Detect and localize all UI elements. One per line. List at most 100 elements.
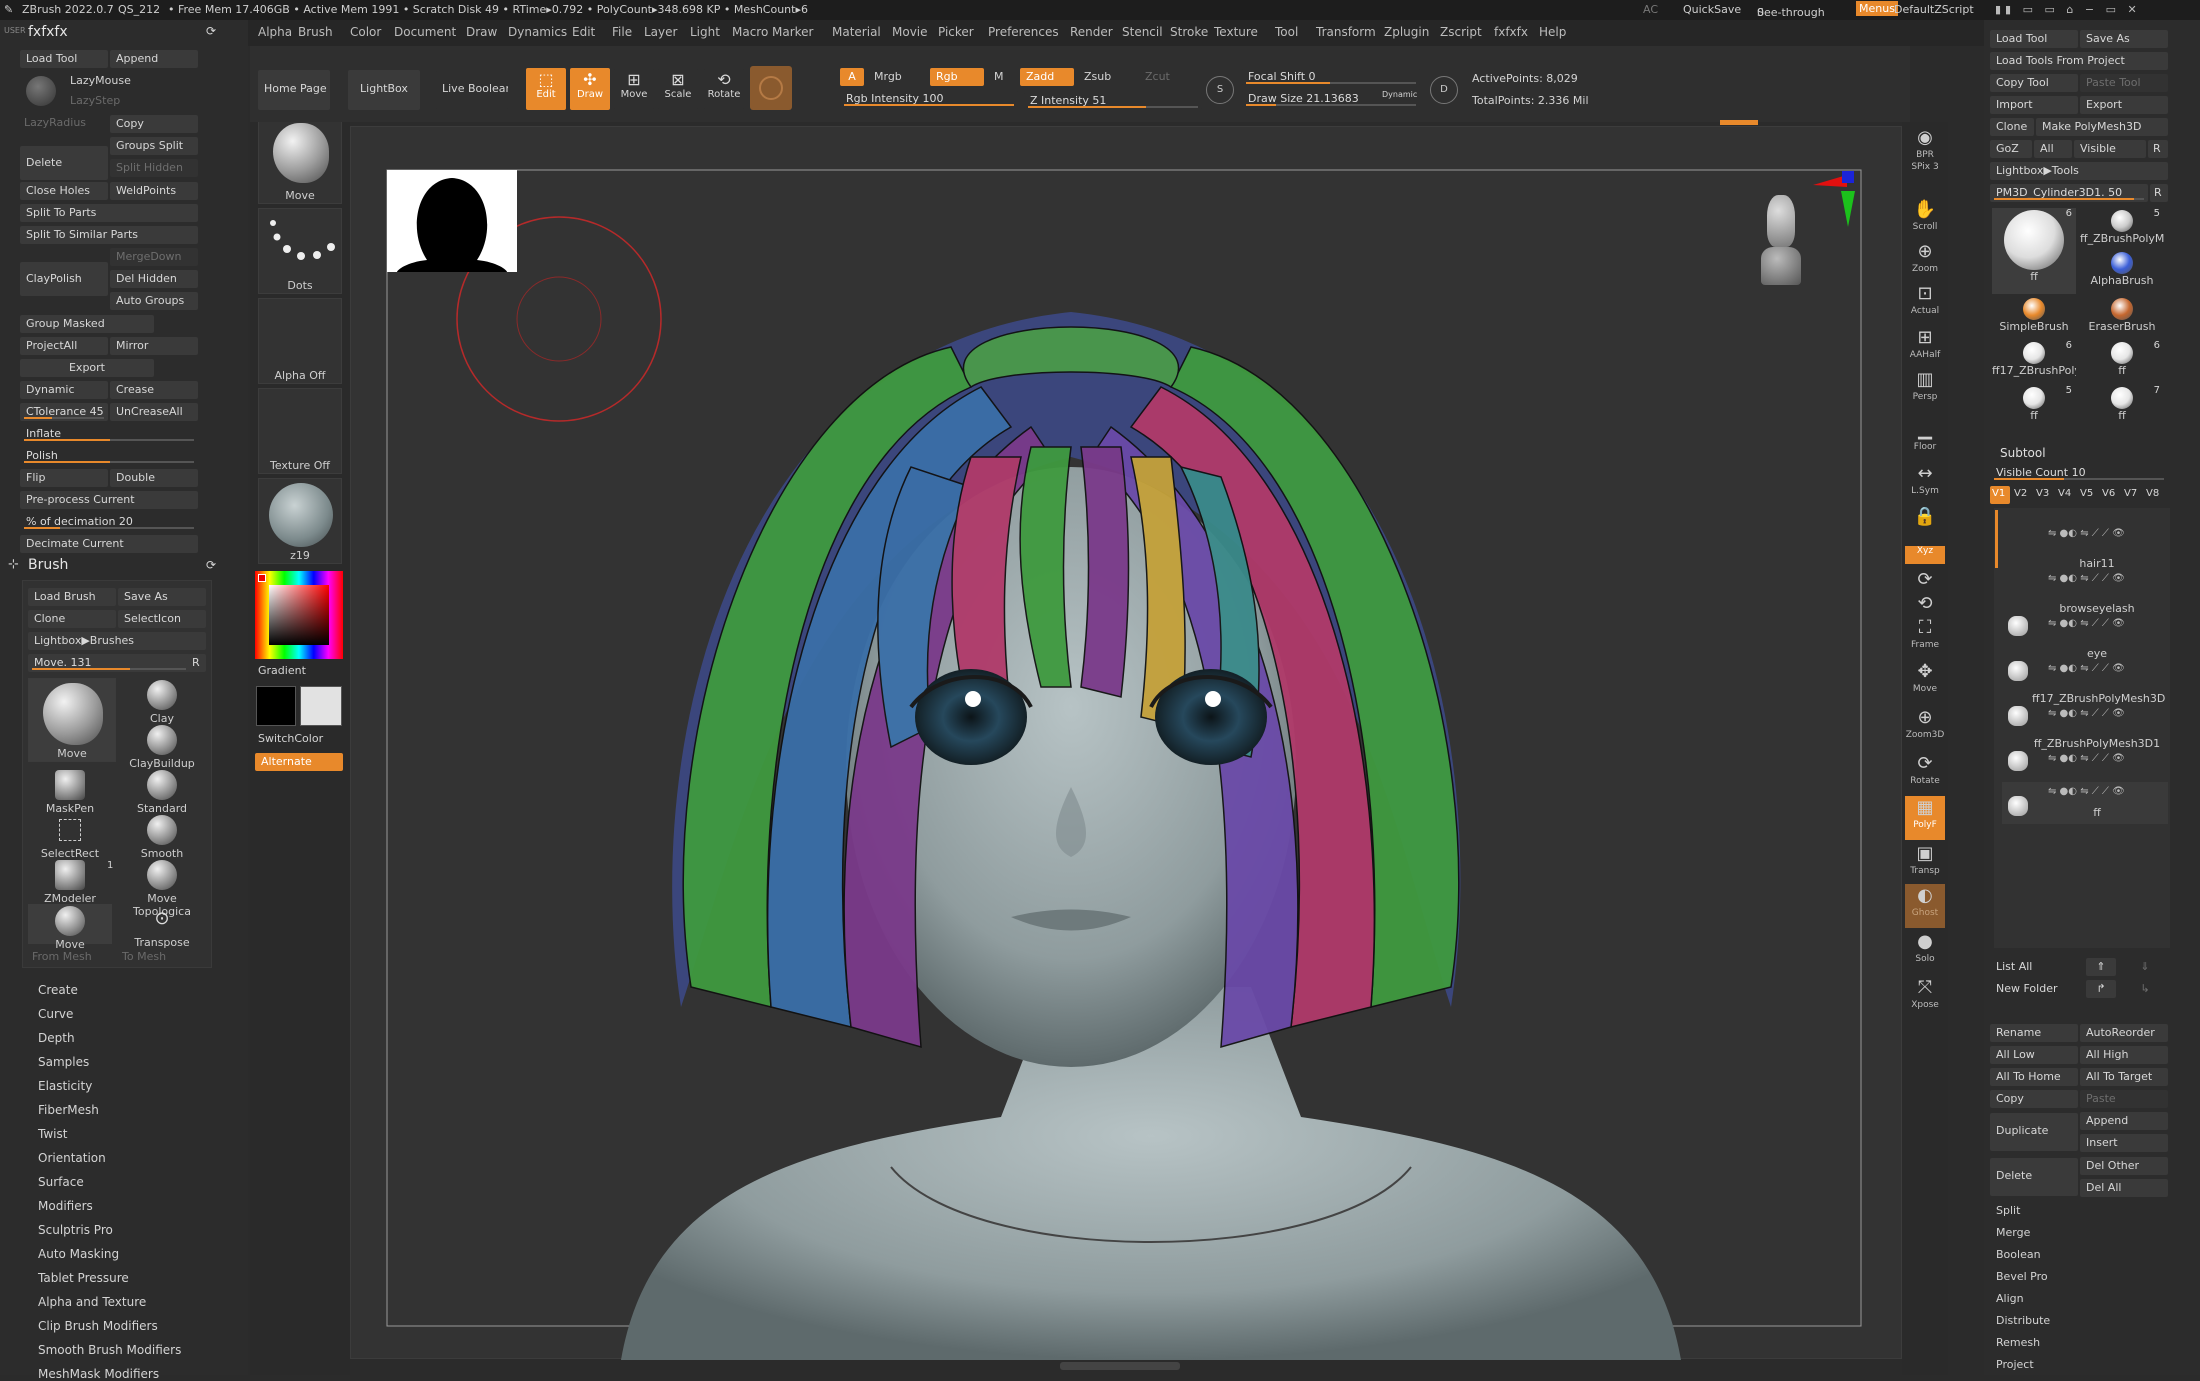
version-v6-button[interactable]: V6 bbox=[2100, 486, 2120, 504]
subtool-delete-button[interactable]: Delete bbox=[1990, 1158, 2078, 1196]
brush-current-slider[interactable]: Move. 131 bbox=[28, 654, 190, 672]
lightbox-button[interactable]: LightBox bbox=[348, 70, 420, 110]
version-v2-button[interactable]: V2 bbox=[2012, 486, 2032, 504]
brush-subpalette-smooth-brush-modifiers[interactable]: Smooth Brush Modifiers bbox=[38, 1343, 181, 1357]
d-intensity-icon[interactable]: D bbox=[1430, 76, 1458, 104]
zadd-button[interactable]: Zadd bbox=[1020, 68, 1074, 86]
menus-button[interactable]: Menus bbox=[1856, 1, 1898, 16]
canvas[interactable] bbox=[350, 126, 1902, 1360]
del-hidden-button[interactable]: Del Hidden bbox=[110, 270, 198, 288]
brush-subpalette-twist[interactable]: Twist bbox=[38, 1127, 67, 1141]
all-to-home-button[interactable]: All To Home bbox=[1990, 1068, 2078, 1086]
version-v4-button[interactable]: V4 bbox=[2056, 486, 2076, 504]
goz-visible-button[interactable]: Visible bbox=[2074, 140, 2146, 158]
brush-subpalette-samples[interactable]: Samples bbox=[38, 1055, 89, 1069]
brush-subpalette-tablet-pressure[interactable]: Tablet Pressure bbox=[38, 1271, 129, 1285]
subtool-section-remesh[interactable]: Remesh bbox=[1996, 1336, 2040, 1349]
brush-shelf-thumb[interactable]: Move bbox=[258, 118, 342, 204]
alternate-button[interactable]: Alternate bbox=[255, 753, 343, 771]
shelf-rotate-button[interactable]: ⟳ Rotate bbox=[1905, 752, 1945, 796]
a-toggle-button[interactable]: A bbox=[840, 68, 864, 86]
selecticon-button[interactable]: SelectIcon bbox=[118, 610, 206, 628]
tool-save-as-button[interactable]: Save As bbox=[2080, 30, 2168, 48]
shelf-zoom-button[interactable]: ⊕ Zoom bbox=[1905, 240, 1945, 284]
brush-save-as-button[interactable]: Save As bbox=[118, 588, 206, 606]
edit-mode-button[interactable]: ⬚ Edit bbox=[526, 68, 566, 110]
home-page-button[interactable]: Home Page bbox=[258, 70, 330, 110]
subtool-section-boolean[interactable]: Boolean bbox=[1996, 1248, 2041, 1261]
menu-texture[interactable]: Texture bbox=[1214, 25, 1258, 39]
subtool-paste-button[interactable]: Paste bbox=[2080, 1090, 2168, 1108]
color-picker-marker-icon[interactable] bbox=[258, 574, 266, 582]
menu-dynamics[interactable]: Dynamics bbox=[508, 25, 567, 39]
brush-big-thumb[interactable]: Move bbox=[28, 678, 116, 762]
lazyradius-label[interactable]: LazyRadius bbox=[24, 116, 86, 129]
menu-zplugin[interactable]: Zplugin bbox=[1384, 25, 1429, 39]
window-controls-icon[interactable]: ▮▮ ▭ ▭ ⌂ − ▭ ✕ bbox=[1995, 3, 2141, 16]
tool-r-button[interactable]: R bbox=[2150, 184, 2168, 202]
brush-transpose[interactable]: ⊙ Transpose bbox=[120, 904, 204, 949]
subtool-copy-button[interactable]: Copy bbox=[1990, 1090, 2078, 1108]
menu-file[interactable]: File bbox=[612, 25, 632, 39]
navigation-thumbnail[interactable] bbox=[387, 170, 517, 272]
move-up-icon[interactable]: ⇑ bbox=[2086, 958, 2116, 976]
stroke-shelf-thumb[interactable]: Dots bbox=[258, 208, 342, 294]
material-shelf-thumb[interactable]: z19 bbox=[258, 478, 342, 564]
rgb-button[interactable]: Rgb bbox=[930, 68, 984, 86]
brush-subpalette-alpha-and-texture[interactable]: Alpha and Texture bbox=[38, 1295, 146, 1309]
shelf-persp-button[interactable]: ▥ Persp bbox=[1905, 368, 1945, 412]
brush-subpalette-modifiers[interactable]: Modifiers bbox=[38, 1199, 93, 1213]
weldpoints-button[interactable]: WeldPoints bbox=[110, 182, 198, 200]
brush-subpalette-meshmask-modifiers[interactable]: MeshMask Modifiers bbox=[38, 1367, 159, 1381]
color-picker-hue[interactable] bbox=[255, 571, 343, 659]
shelf-transp-button[interactable]: ▣ Transp bbox=[1905, 842, 1945, 886]
tool-export-button[interactable]: Export bbox=[2080, 96, 2168, 114]
shelf-frame-button[interactable]: ⛶ Frame bbox=[1905, 616, 1945, 660]
shelf-xpose-button[interactable]: ⤧ Xpose bbox=[1905, 976, 1945, 1020]
tool-clone-button[interactable]: Clone bbox=[1990, 118, 2034, 136]
rename-button[interactable]: Rename bbox=[1990, 1024, 2078, 1042]
menu-picker[interactable]: Picker bbox=[938, 25, 974, 39]
tool-thumb-6[interactable]: ff 6 bbox=[2080, 340, 2164, 382]
subtool-section-split[interactable]: Split bbox=[1996, 1204, 2020, 1217]
menu-edit[interactable]: Edit bbox=[572, 25, 595, 39]
brush-subpalette-clip-brush-modifiers[interactable]: Clip Brush Modifiers bbox=[38, 1319, 158, 1333]
subtool-append-button[interactable]: Append bbox=[2080, 1112, 2168, 1130]
texture-shelf-thumb[interactable]: Texture Off bbox=[258, 388, 342, 474]
menu-draw[interactable]: Draw bbox=[466, 25, 497, 39]
tool-thumb-1[interactable]: ff_ZBrushPolyMe 5 bbox=[2080, 208, 2164, 250]
subtool-controls-icon[interactable]: ⇋ ●◐ ⇋ ⟋ ⟋ 👁 bbox=[2048, 528, 2125, 539]
tool-thumb-7[interactable]: ff 5 bbox=[1992, 385, 2076, 427]
del-other-button[interactable]: Del Other bbox=[2080, 1157, 2168, 1175]
menu-layer[interactable]: Layer bbox=[644, 25, 677, 39]
zsub-button[interactable]: Zsub bbox=[1084, 70, 1111, 83]
tool-thumb-3[interactable]: SimpleBrush bbox=[1992, 296, 2076, 338]
to-mesh-button[interactable]: To Mesh bbox=[122, 950, 166, 963]
mergedown-button[interactable]: MergeDown bbox=[110, 248, 198, 266]
brush-claybuildup[interactable]: ClayBuildup bbox=[120, 725, 204, 770]
folder-arrow-dim-icon[interactable]: ↳ bbox=[2130, 980, 2160, 998]
menu-macro[interactable]: Macro bbox=[732, 25, 768, 39]
flip-button[interactable]: Flip bbox=[20, 469, 108, 487]
menu-brush[interactable]: Brush bbox=[298, 25, 333, 39]
head-gizmo-icon[interactable] bbox=[1761, 195, 1801, 285]
preprocess-current-button[interactable]: Pre-process Current bbox=[20, 491, 198, 509]
autoreorder-button[interactable]: AutoReorder bbox=[2080, 1024, 2168, 1042]
projectall-button[interactable]: ProjectAll bbox=[20, 337, 108, 355]
shelf-scroll-button[interactable]: ✋ Scroll bbox=[1905, 198, 1945, 242]
dynamic-button[interactable]: Dynamic bbox=[20, 381, 108, 399]
focal-shift-slider[interactable]: Focal Shift 0 bbox=[1242, 68, 1420, 86]
subtool-row[interactable]: eye ⇋ ●◐ ⇋ ⟋ ⟋ 👁 bbox=[2002, 647, 2168, 689]
refresh-icon[interactable]: ⟳ bbox=[206, 24, 216, 38]
z-intensity-slider[interactable]: Z Intensity 51 bbox=[1024, 92, 1202, 110]
paste-tool-button[interactable]: Paste Tool bbox=[2080, 74, 2168, 92]
double-button[interactable]: Double bbox=[110, 469, 198, 487]
all-to-target-button[interactable]: All To Target bbox=[2080, 1068, 2168, 1086]
menu-help[interactable]: Help bbox=[1539, 25, 1566, 39]
brush-subpalette-create[interactable]: Create bbox=[38, 983, 78, 997]
brush-subpalette-elasticity[interactable]: Elasticity bbox=[38, 1079, 92, 1093]
inflate-slider[interactable]: Inflate bbox=[20, 425, 198, 443]
brush-subpalette-curve[interactable]: Curve bbox=[38, 1007, 73, 1021]
rotate-mode-button[interactable]: ⟲ Rotate bbox=[704, 68, 744, 110]
shelf-solo-button[interactable]: ● Solo bbox=[1905, 930, 1945, 974]
